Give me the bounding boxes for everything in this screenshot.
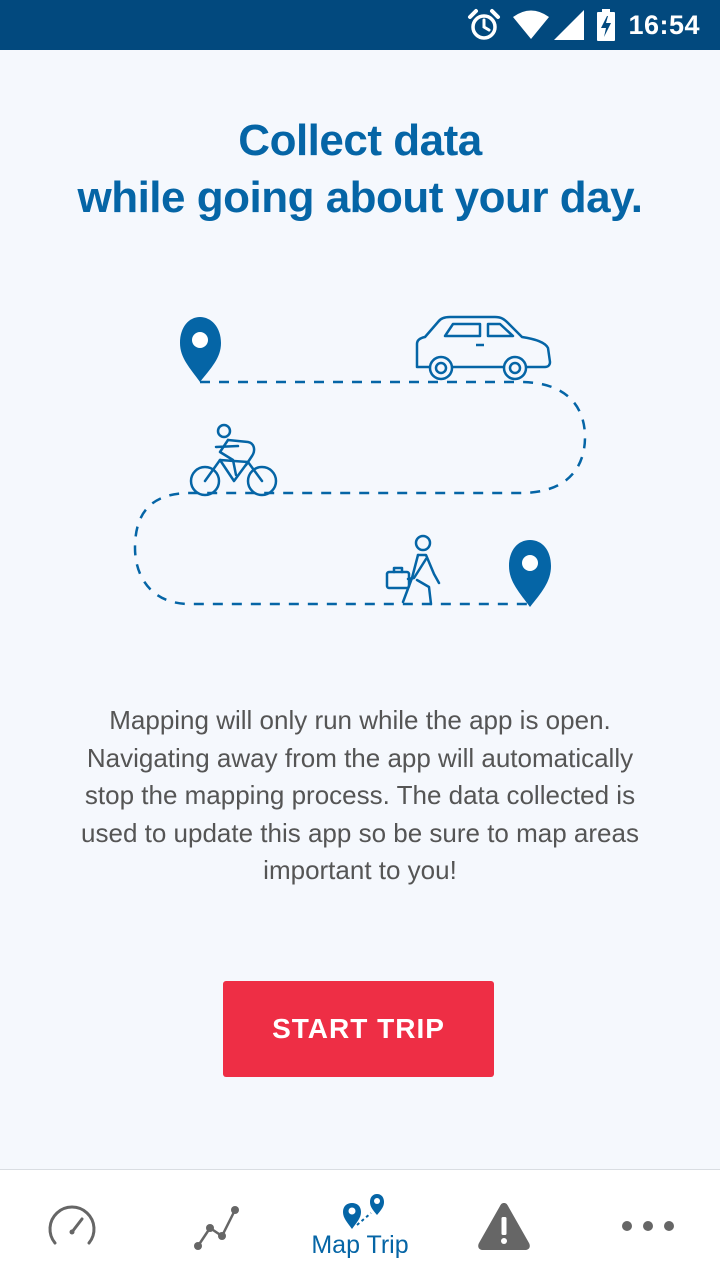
- status-bar: 16:54: [0, 0, 720, 50]
- page-title: Collect data while going about your day.: [0, 112, 720, 226]
- walking-person-icon: [385, 534, 441, 606]
- nav-item-more[interactable]: [576, 1170, 720, 1281]
- bottom-nav: Map Trip: [0, 1169, 720, 1281]
- description-line: important to you!: [263, 855, 457, 885]
- description-text: Mapping will only run while the app is o…: [40, 702, 680, 890]
- status-time: 16:54: [628, 9, 700, 40]
- nav-item-speed[interactable]: [0, 1170, 144, 1281]
- line-graph-icon: [189, 1199, 243, 1253]
- alarm-icon: [466, 7, 502, 43]
- nav-item-map-trip[interactable]: Map Trip: [288, 1170, 432, 1281]
- start-trip-button[interactable]: START TRIP: [223, 981, 494, 1077]
- description-line: Navigating away from the app will automa…: [86, 742, 634, 773]
- nav-item-graph[interactable]: [144, 1170, 288, 1281]
- description-line: Mapping will only run while the app is o…: [109, 705, 611, 735]
- status-icons: 16:54: [466, 0, 720, 50]
- cyclist-icon: [189, 423, 278, 497]
- trip-illustration: [120, 300, 600, 620]
- trip-path-graphic: [133, 315, 587, 607]
- speedometer-icon: [45, 1199, 99, 1253]
- car-icon: [415, 315, 552, 381]
- description-line: stop the mapping process. The data colle…: [84, 780, 636, 810]
- map-trip-icon: [333, 1191, 387, 1231]
- start-trip-label: START TRIP: [272, 1013, 445, 1044]
- nav-label-map-trip: Map Trip: [311, 1231, 409, 1259]
- signal-icon: [552, 9, 586, 41]
- map-pin-icon: [180, 317, 221, 382]
- headline-line-2: while going about your day.: [77, 173, 643, 222]
- nav-item-alerts[interactable]: [432, 1170, 576, 1281]
- battery-charging-icon: [596, 8, 616, 42]
- headline-line-1: Collect data: [238, 116, 482, 165]
- description-line: used to update this app so be sure to ma…: [81, 817, 639, 848]
- more-icon: [618, 1216, 678, 1236]
- wifi-icon: [512, 10, 550, 40]
- warning-icon: [476, 1200, 532, 1252]
- map-pin-icon: [509, 540, 551, 607]
